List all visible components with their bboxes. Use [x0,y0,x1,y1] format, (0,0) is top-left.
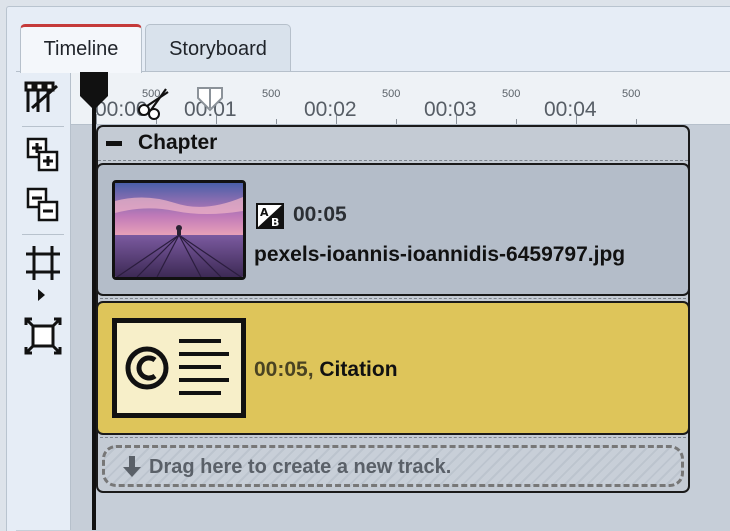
track-separator [100,437,686,438]
image-filename: pexels-ioannis-ioannidis-6459797.jpg [254,243,626,266]
ruler-tick [636,119,637,124]
citation-name: Citation [319,358,398,381]
timeline-toolbar [16,72,71,530]
text-overlay-ab-icon: A B [256,203,284,229]
citation-label: 00:05, Citation [254,358,398,382]
playhead-line[interactable] [92,90,96,530]
marker-icon[interactable] [195,86,225,112]
ruler-sub-label: 500 [382,88,401,100]
ruler-time-label: 00:03 [424,98,477,121]
crop-dropdown-arrow-icon[interactable] [38,289,45,301]
new-track-dropzone[interactable]: Drag here to create a new track. [102,445,684,487]
svg-text:B: B [271,216,279,229]
citation-duration: 00:05, [254,358,314,381]
fit-frame-icon[interactable] [24,317,62,355]
crop-range-icon[interactable] [24,244,62,282]
remove-tracks-icon[interactable] [24,186,62,224]
image-thumbnail [112,180,246,280]
tab-timeline[interactable]: Timeline [20,24,142,73]
arrow-down-icon [123,456,141,478]
citation-thumbnail [112,318,246,418]
ruler-tick [276,119,277,124]
ruler-tick [396,119,397,124]
tab-storyboard[interactable]: Storyboard [145,24,291,71]
scissors-icon[interactable] [136,86,172,120]
ruler-time-label: 00:04 [544,98,597,121]
multi-track-tool-icon[interactable] [24,78,62,116]
playhead-handle[interactable] [79,72,109,112]
collapse-chapter-icon[interactable] [106,141,122,146]
track-separator [100,298,686,299]
ruler-time-label: 00:02 [304,98,357,121]
chapter-header[interactable]: Chapter [98,127,688,161]
add-tracks-icon[interactable] [24,136,62,174]
chapter-title: Chapter [138,131,218,154]
toolbar-divider [22,126,64,127]
svg-text:A: A [260,206,269,219]
ruler-sub-label: 500 [622,88,641,100]
dropzone-label: Drag here to create a new track. [149,456,452,478]
toolbar-divider [22,234,64,235]
ruler-sub-label: 500 [502,88,521,100]
image-duration: 00:05 [293,203,347,226]
image-track[interactable]: A B 00:05 pexels-ioannis-ioannidis-64597… [96,163,690,296]
ruler-sub-label: 500 [262,88,281,100]
ruler-tick [516,119,517,124]
citation-track[interactable]: 00:05, Citation [96,301,690,435]
